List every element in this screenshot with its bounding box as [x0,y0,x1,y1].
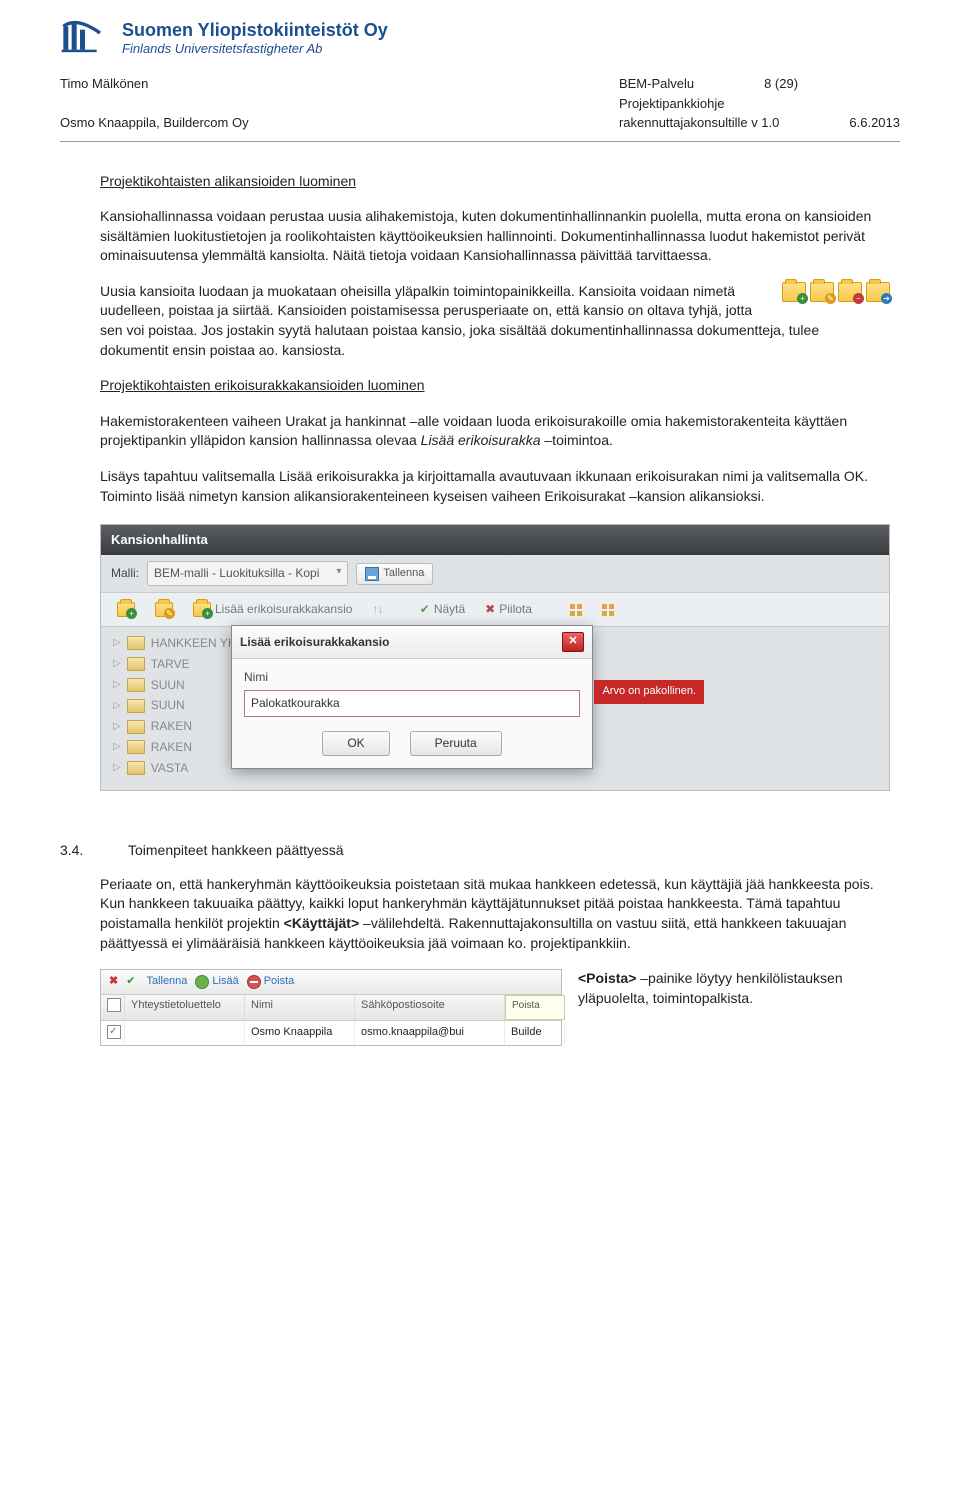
folder-icon [127,761,145,775]
doc-date: 6.6.2013 [849,113,900,133]
folder-remove-icon: − [838,282,862,302]
checkbox-all[interactable] [107,998,121,1012]
tb-poista[interactable]: Poista [247,974,295,989]
folder-icon [127,720,145,734]
cell-email: osmo.knaappila@bui [355,1021,505,1045]
heading-subfolders: Projektikohtaisten alikansioiden luomine… [100,173,356,189]
paragraph-special-2: Lisäys tapahtuu valitsemalla Lisää eriko… [100,467,890,506]
tb-folder-add[interactable]: + [111,600,141,619]
author-1: Timo Mälkönen [60,74,249,94]
tb-grid[interactable] [564,602,588,618]
dialog-name-input[interactable]: Palokatkourakka [244,690,580,717]
section-title: Toimenpiteet hankkeen päättyessä [128,841,344,861]
col-contacts: Yhteystietoluettelo [125,995,245,1020]
doc-subtitle: Projektipankkiohje [619,94,900,114]
required-badge: Arvo on pakollinen. [594,680,704,703]
malli-dropdown[interactable]: BEM-malli - Luokituksilla - Kopi [147,561,348,586]
tb-x[interactable]: ✖ [109,974,118,989]
side-note-poista: <Poista> –painike löytyy henkilölistauks… [578,969,890,1008]
doc-version: rakennuttajakonsultille v 1.0 [619,113,779,133]
folder-edit-icon: ✎ [810,282,834,302]
table-row[interactable]: Osmo Knaappila osmo.knaappila@bui Builde [101,1021,561,1045]
heading-special: Projektikohtaisten erikoisurakkakansioid… [100,377,425,393]
paragraph-subfolders-1: Kansiohallinnassa voidaan perustaa uusia… [100,207,890,266]
folder-icon [127,699,145,713]
logo-mark-icon [60,20,110,56]
folder-add-icon: + [782,282,806,302]
tb-lisaa[interactable]: Lisää [195,974,238,989]
folder-icon [127,636,145,650]
logo-text-fi: Suomen Yliopistokiinteistöt Oy [122,20,388,41]
table-header: Yhteystietoluettelo Nimi Sähköpostiosoit… [101,995,561,1021]
paragraph-subfolders-2: + ✎ − ➔ Uusia kansioita luodaan ja muoka… [100,282,890,360]
minus-icon [247,975,261,989]
tb-tallenna[interactable]: Tallenna [143,974,187,989]
logo-text-sv: Finlands Universitetsfastigheter Ab [122,41,388,56]
dialog-title: Lisää erikoisurakkakansio [240,634,389,651]
tallenna-button[interactable]: Tallenna [356,563,433,584]
folder-icon [127,657,145,671]
folder-toolbar-icons: + ✎ − ➔ [782,282,890,302]
tb-accept[interactable]: ✔ [126,974,135,989]
section-number: 3.4. [60,841,100,861]
dialog-field-label: Nimi [244,669,580,686]
col-name: Nimi [245,995,355,1020]
section-34-paragraph: Periaate on, että hankeryhmän käyttöoike… [100,875,890,953]
malli-label: Malli: [111,565,139,582]
cell-name: Osmo Knaappila [245,1021,355,1045]
document-header: Timo Mälkönen Osmo Knaappila, Buildercom… [60,74,900,142]
tb-folder-edit[interactable]: ✎ [149,600,179,619]
tb-piilota[interactable]: ✖Piilota [479,599,538,620]
tb-grid2[interactable] [596,602,620,618]
col-email: Sähköpostiosoite [355,995,505,1020]
save-icon [365,567,379,581]
screenshot-users-toolbar: ✖ ✔ Tallenna Lisää Poista Yhteystietolue… [100,969,562,1046]
paragraph-special-1: Hakemistorakenteen vaiheen Urakat ja han… [100,412,890,451]
folder-icon [127,678,145,692]
grid-icon-2 [602,604,614,616]
screenshot-kansionhallinta: Kansionhallinta Malli: BEM-malli - Luoki… [100,524,890,791]
page-number: 8 (29) [764,74,798,94]
window-title: Kansionhallinta [101,525,889,555]
company-logo: Suomen Yliopistokiinteistöt Oy Finlands … [60,20,900,56]
dialog-cancel-button[interactable]: Peruuta [410,731,502,756]
tb-arrows[interactable]: ↑ ↓ [366,599,387,620]
close-icon[interactable]: ✕ [562,632,584,652]
folder-icon [127,740,145,754]
doc-service: BEM-Palvelu [619,74,694,94]
checkbox-row[interactable] [107,1025,121,1039]
author-2: Osmo Knaappila, Buildercom Oy [60,113,249,133]
dialog-ok-button[interactable]: OK [322,731,389,756]
col-hover-tooltip: Poista [505,995,565,1020]
tb-add-special-folder[interactable]: + Lisää erikoisurakkakansio [187,599,358,620]
dialog-add-special-folder: Lisää erikoisurakkakansio ✕ Nimi Palokat… [231,625,593,768]
plus-icon [195,975,209,989]
grid-icon [570,604,582,616]
tb-nayta[interactable]: ✔Näytä [414,599,471,620]
folder-move-icon: ➔ [866,282,890,302]
cell-company: Builde [505,1021,565,1045]
section-heading-3-4: 3.4. Toimenpiteet hankkeen päättyessä [100,841,890,861]
